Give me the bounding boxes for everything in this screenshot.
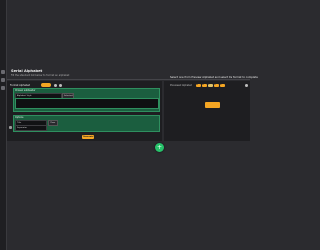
- help-icon[interactable]: [59, 83, 62, 87]
- tag-b[interactable]: B: [202, 84, 207, 87]
- app-subtitle: Fill the standard list below to format a…: [11, 74, 70, 77]
- panel-header: Format Alphabet: [10, 84, 30, 87]
- collapse-icon[interactable]: [9, 126, 12, 129]
- preview-swatch[interactable]: [205, 102, 220, 108]
- info-icon[interactable]: [54, 83, 57, 87]
- block-2-label: Options: [15, 116, 24, 119]
- settings-icon[interactable]: [1, 86, 5, 90]
- close-icon[interactable]: [245, 84, 248, 87]
- preview-row-label: Previewed Alphabet: [170, 84, 192, 87]
- right-panel: [164, 81, 250, 141]
- alphabet-textarea[interactable]: [15, 98, 159, 109]
- tag-a[interactable]: A: [196, 84, 201, 87]
- format-toggle[interactable]: [41, 83, 51, 87]
- home-icon[interactable]: [1, 70, 5, 74]
- plus-icon: +: [157, 144, 163, 151]
- generate-button[interactable]: Generate: [82, 135, 94, 139]
- app-title: Serial Alphabet: [11, 69, 43, 73]
- header-divider: [7, 79, 250, 80]
- tag-d[interactable]: D: [214, 84, 219, 87]
- clear-chip[interactable]: Clear: [48, 120, 58, 126]
- tag-e[interactable]: E: [220, 84, 225, 87]
- block-1-label: Chosen subheader: [15, 89, 36, 92]
- add-fab-button[interactable]: +: [155, 143, 164, 152]
- tag-c[interactable]: C: [208, 84, 213, 87]
- separator-input[interactable]: Separator: [15, 125, 47, 131]
- right-panel-title: Select one from Preview Alphabet and sel…: [170, 76, 258, 79]
- list-icon[interactable]: [1, 78, 5, 82]
- left-rail: [0, 0, 7, 250]
